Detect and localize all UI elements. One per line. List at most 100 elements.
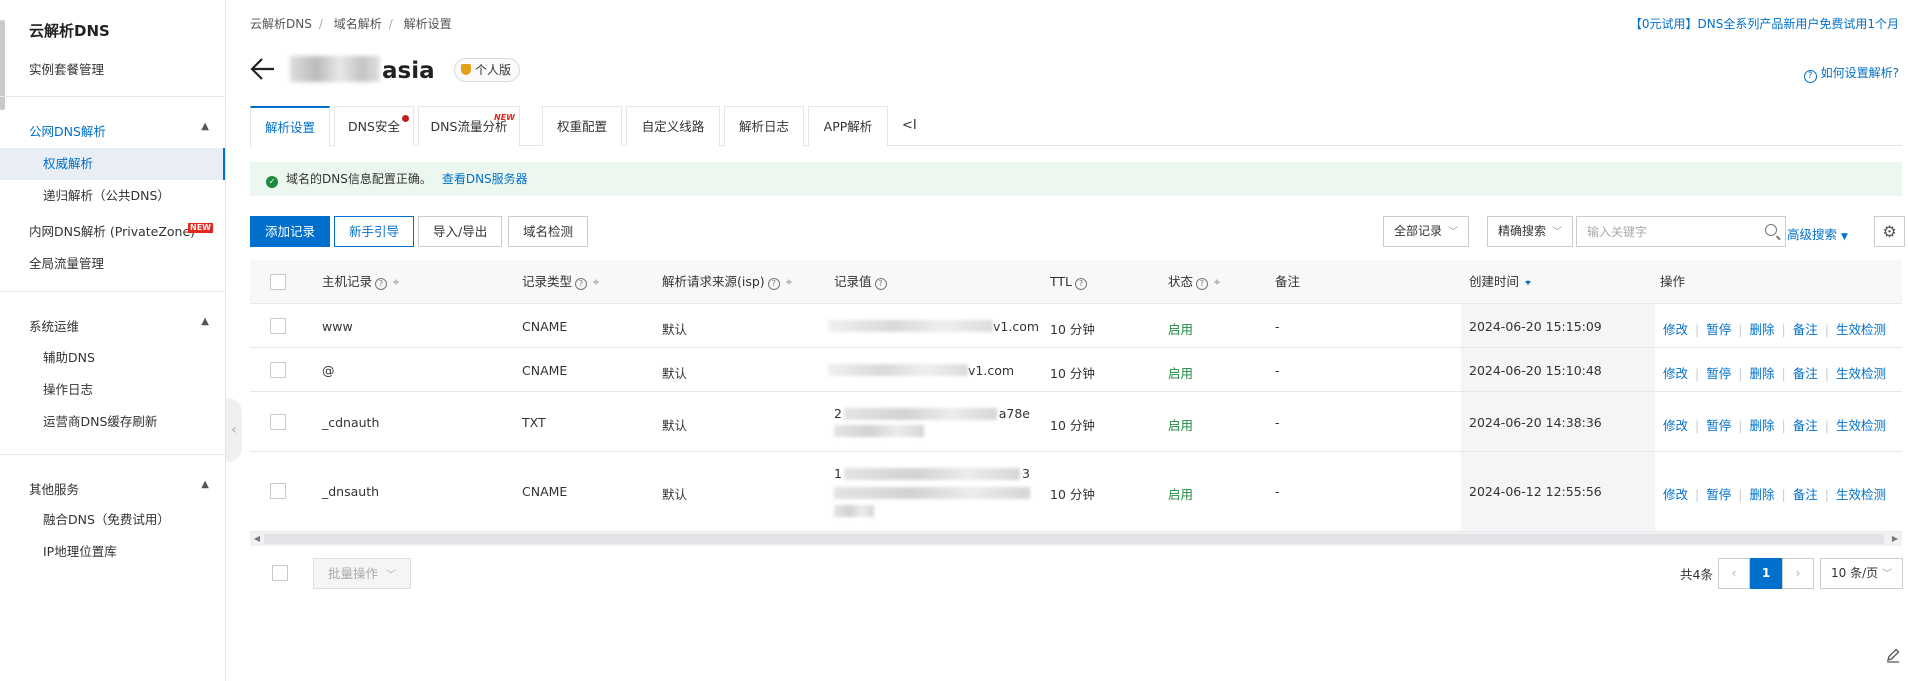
row-checkbox[interactable] [270, 318, 286, 334]
breadcrumb-item[interactable]: 云解析DNS [250, 17, 312, 31]
search-icon[interactable] [1765, 224, 1777, 236]
cell-isp: 默认 [662, 322, 688, 337]
sidebar-group-ops[interactable]: 系统运维 ▲ [29, 316, 209, 335]
tab-dns-log[interactable]: 解析日志 [724, 106, 804, 146]
domain-check-button[interactable]: 域名检测 [508, 216, 589, 247]
sidebar-item-secondary-dns[interactable]: 辅助DNS [0, 342, 225, 374]
remark-link[interactable]: 备注 [1793, 418, 1818, 433]
breadcrumb-item[interactable]: 域名解析 [334, 17, 382, 31]
header-host[interactable]: 主机记录? [322, 260, 400, 304]
effect-check-link[interactable]: 生效检测 [1836, 366, 1886, 381]
edit-link[interactable]: 修改 [1663, 418, 1688, 433]
sidebar-item-recursive[interactable]: 递归解析（公共DNS） [0, 180, 225, 212]
delete-link[interactable]: 删除 [1749, 366, 1774, 381]
row-checkbox[interactable] [270, 414, 286, 430]
delete-link[interactable]: 删除 [1749, 487, 1774, 502]
tab-custom-line[interactable]: 自定义线路 [626, 106, 720, 146]
advanced-search-link[interactable]: 高级搜索 ▼ [1787, 224, 1848, 243]
record-filter-select[interactable]: 全部记录 ﹀ [1383, 216, 1470, 247]
edit-link[interactable]: 修改 [1663, 487, 1688, 502]
add-record-button[interactable]: 添加记录 [250, 216, 331, 247]
scrollbar-thumb[interactable] [264, 534, 1884, 544]
table-row: @ CNAME 默认 v1.com 10 分钟 启用 - 2024-06-20 … [250, 348, 1902, 392]
delete-link[interactable]: 删除 [1749, 418, 1774, 433]
search-input[interactable] [1577, 217, 1747, 246]
sort-icon[interactable] [785, 276, 793, 288]
header-isp[interactable]: 解析请求来源(isp)? [662, 260, 793, 304]
pause-link[interactable]: 暂停 [1706, 418, 1731, 433]
pause-link[interactable]: 暂停 [1706, 322, 1731, 337]
new-badge: NEW [494, 113, 515, 122]
tab-dns-settings[interactable]: 解析设置 [250, 106, 330, 147]
question-icon[interactable]: ? [1196, 278, 1209, 290]
sort-icon[interactable] [1214, 276, 1221, 288]
value-suffix: v1.com [993, 319, 1040, 334]
header-created[interactable]: 创建时间 [1469, 260, 1532, 304]
edit-pen-icon[interactable] [1885, 647, 1901, 663]
page-number-button[interactable]: 1 [1750, 558, 1782, 589]
sidebar-item-ip-geo[interactable]: IP地理位置库 [0, 536, 225, 568]
question-icon[interactable]: ? [575, 278, 588, 290]
batch-actions-button[interactable]: 批量操作 ﹀ [313, 558, 412, 589]
question-icon[interactable]: ? [874, 278, 887, 290]
import-export-button[interactable]: 导入/导出 [418, 216, 503, 247]
page-size-select[interactable]: 10 条/页 ﹀ [1820, 558, 1904, 589]
sidebar-item-cache-refresh[interactable]: 运营商DNS缓存刷新 [0, 406, 225, 438]
edit-link[interactable]: 修改 [1663, 322, 1688, 337]
scroll-right-icon[interactable]: ▶ [1888, 532, 1902, 546]
cell-ttl: 10 分钟 [1050, 418, 1095, 433]
row-checkbox[interactable] [270, 483, 286, 499]
sort-icon[interactable] [593, 276, 600, 288]
remark-link[interactable]: 备注 [1793, 487, 1818, 502]
view-dns-servers-link[interactable]: 查看DNS服务器 [442, 172, 528, 186]
header-type[interactable]: 记录类型? [522, 260, 600, 304]
sidebar-group-private-zone[interactable]: 内网DNS解析 (PrivateZone) NEW [29, 221, 213, 240]
question-icon[interactable]: ? [1075, 278, 1088, 290]
sidebar-group-gtm[interactable]: 全局流量管理 [29, 253, 209, 272]
sidebar-group-public-dns[interactable]: 公网DNS解析 ▲ [29, 121, 209, 140]
guide-button[interactable]: 新手引导 [334, 216, 415, 247]
settings-button[interactable]: ⚙ [1874, 216, 1905, 247]
question-icon[interactable]: ? [767, 278, 780, 290]
tab-dns-security[interactable]: DNS安全 [334, 106, 414, 146]
next-page-button[interactable]: › [1782, 558, 1814, 589]
sidebar-item-instance[interactable]: 实例套餐管理 [29, 59, 104, 78]
sidebar-collapse-handle[interactable]: ‹ [226, 398, 242, 462]
sidebar-item-authoritative[interactable]: 权威解析 [0, 148, 225, 180]
pause-link[interactable]: 暂停 [1706, 487, 1731, 502]
tab-app-dns[interactable]: APP解析 [808, 106, 888, 146]
effect-check-link[interactable]: 生效检测 [1836, 487, 1886, 502]
effect-check-link[interactable]: 生效检测 [1836, 418, 1886, 433]
row-actions: 修改 | 暂停 | 删除 | 备注 | 生效检测 [1663, 418, 1886, 433]
edit-link[interactable]: 修改 [1663, 366, 1688, 381]
table-header: 主机记录? 记录类型? 解析请求来源(isp)? 记录值? TTL? 状态? 备… [250, 260, 1902, 304]
question-icon[interactable]: ? [375, 278, 388, 290]
tab-weight[interactable]: 权重配置 [542, 106, 622, 146]
header-label: 记录类型 [522, 274, 573, 289]
masked-domain [290, 56, 380, 82]
chevron-down-icon: ﹀ [1882, 569, 1893, 580]
pause-link[interactable]: 暂停 [1706, 366, 1731, 381]
sidebar-item-fusion-dns[interactable]: 融合DNS（免费试用） [0, 504, 225, 536]
tab-dns-traffic[interactable]: DNS流量分析 NEW [418, 106, 520, 146]
delete-link[interactable]: 删除 [1749, 322, 1774, 337]
sort-icon[interactable] [393, 276, 400, 288]
remark-link[interactable]: 备注 [1793, 366, 1818, 381]
sort-desc-icon[interactable] [1525, 276, 1532, 288]
horizontal-scrollbar[interactable]: ◀ ▶ [250, 532, 1902, 546]
tab-collapse-button[interactable]: <I [902, 106, 917, 146]
header-status[interactable]: 状态? [1168, 260, 1221, 304]
select-all-checkbox[interactable] [270, 274, 286, 290]
effect-check-link[interactable]: 生效检测 [1836, 322, 1886, 337]
sidebar-item-op-log[interactable]: 操作日志 [0, 374, 225, 406]
back-arrow-icon[interactable] [250, 54, 276, 84]
search-mode-select[interactable]: 精确搜索 ﹀ [1487, 216, 1574, 247]
scroll-left-icon[interactable]: ◀ [250, 532, 264, 546]
row-checkbox[interactable] [270, 362, 286, 378]
help-link[interactable]: ? 如何设置解析? [1803, 64, 1899, 83]
promo-link[interactable]: 【0元试用】DNS全系列产品新用户免费试用1个月 [1630, 15, 1899, 32]
footer-select-all-checkbox[interactable] [272, 565, 288, 581]
prev-page-button[interactable]: ‹ [1718, 558, 1750, 589]
sidebar-group-other[interactable]: 其他服务 ▲ [29, 479, 209, 498]
remark-link[interactable]: 备注 [1793, 322, 1818, 337]
